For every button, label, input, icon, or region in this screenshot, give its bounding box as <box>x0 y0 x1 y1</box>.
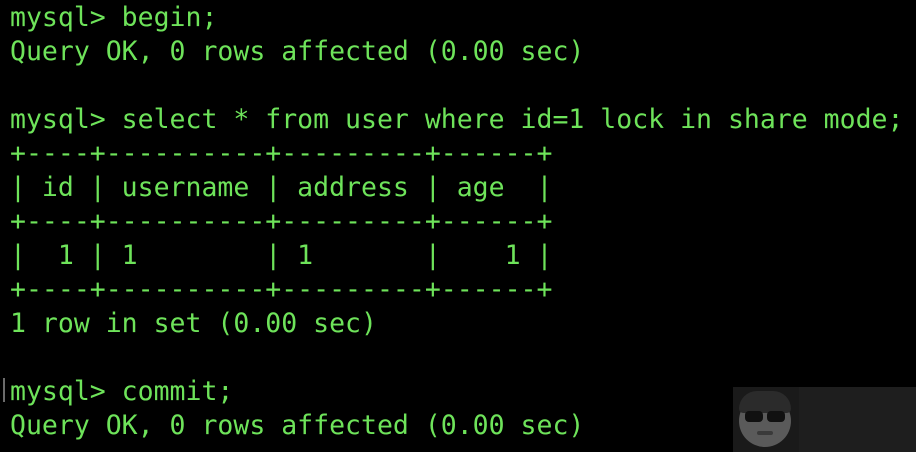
table-border-top: +----+----------+---------+------+ <box>10 138 553 169</box>
watermark-panel <box>799 387 916 452</box>
terminal-line-command-commit: mysql> commit; <box>10 376 234 407</box>
table-border-bottom: +----+----------+---------+------+ <box>10 274 553 305</box>
table-border-middle: +----+----------+---------+------+ <box>10 206 553 237</box>
table-row: | 1 | 1 | 1 | 1 | <box>10 240 553 271</box>
table-header-row: | id | username | address | age | <box>10 172 553 203</box>
watermark <box>733 387 916 452</box>
terminal-line-command-begin: mysql> begin; <box>10 2 218 33</box>
line-marker <box>3 378 5 402</box>
terminal-line-result-count: 1 row in set (0.00 sec) <box>10 308 377 339</box>
terminal-window[interactable]: mysql> begin; Query OK, 0 rows affected … <box>0 0 916 452</box>
terminal-line-output: Query OK, 0 rows affected (0.00 sec) <box>10 410 585 441</box>
terminal-line-command-select: mysql> select * from user where id=1 loc… <box>10 104 904 135</box>
terminal-line-output: Query OK, 0 rows affected (0.00 sec) <box>10 36 585 67</box>
